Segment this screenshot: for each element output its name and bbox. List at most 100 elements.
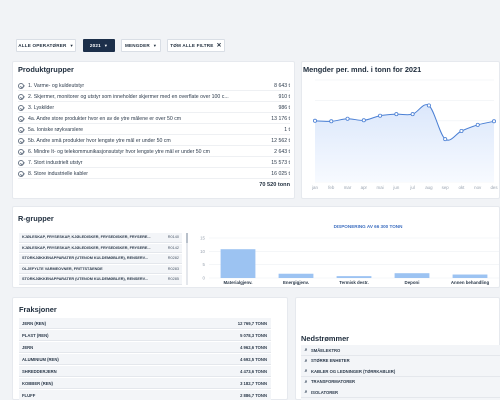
data-point (312, 118, 317, 123)
rgruppe-label: STORKJØKKENAPPARATER (UTENOM KULDEMØBLER… (22, 256, 148, 261)
produktgrupper-total: 70 520 tonn (259, 182, 290, 188)
year-filter[interactable]: 2021 ▼ (83, 39, 115, 52)
fraksjon-label: ALUMINIUM (REN) (22, 356, 59, 362)
produktgruppe-value: 2 643 t (274, 148, 290, 155)
scrollbar-thumb[interactable] (186, 233, 188, 243)
disposal-bar (394, 273, 430, 278)
fraksjon-label: SHREDDERJERN (22, 368, 57, 374)
fraksjon-row[interactable]: KOBBER (REN) 3 182,7 TONN (19, 378, 271, 389)
nedstrommer-title: Nedstrømmer (301, 334, 350, 343)
data-point (459, 129, 464, 134)
produktgruppe-label: 1. Varme- og kuldeutstyr (28, 82, 85, 89)
rgruppe-code: R0140 (167, 235, 179, 240)
x-tick-label: jan (311, 185, 318, 190)
fraksjon-label: JERN (REN) (22, 320, 46, 326)
clear-filters-label: TØM ALLE FILTRE (170, 43, 214, 48)
fraksjon-value: 5 078,3 TONN (240, 332, 267, 338)
nedstrom-row[interactable]: ⌕ SMÅELEKTRO (301, 345, 500, 356)
rgruppe-row[interactable]: STORKJØKKENAPPARATER (UTENOM KULDEMØBLER… (19, 275, 182, 285)
chevron-down-icon: ▼ (152, 43, 158, 48)
rgruppe-label: KJØLESKAP, FRYSESKAP, KJØLEDISKER, FRYSE… (22, 235, 151, 240)
produktgruppe-label: 7. Stort industrielt utstyr (28, 159, 83, 166)
fraksjon-row[interactable]: JERN (REN) 12 769,7 TONN (19, 318, 271, 329)
produktgruppe-value: 910 t (278, 93, 290, 100)
area-fill (315, 104, 494, 182)
produktgruppe-row[interactable]: 7. Stort industrielt utstyr 15 573 t (18, 158, 290, 168)
x-tick-label: apr (361, 185, 368, 190)
produktgruppe-value: 16 025 t (271, 170, 290, 177)
fraksjon-row[interactable]: SHREDDERJERN 4 473,6 TONN (19, 366, 271, 377)
data-point (361, 118, 366, 123)
search-icon: ⌕ (304, 389, 308, 395)
monthly-area-chart: jan feb mar apr mai jun jul aug sep okt nov des (311, 79, 498, 190)
fraksjon-row[interactable]: ALUMINIUM (REN) 4 692,5 TONN (19, 354, 271, 365)
rgruppe-row[interactable]: KJØLESKAP, FRYSESKAP, KJØLEDISKER, FRYSE… (19, 233, 182, 243)
disposal-bar (452, 274, 488, 278)
y-tick-label: 0 (203, 276, 206, 281)
produktgruppe-value: 13 176 t (271, 115, 290, 122)
check-circle-icon (18, 115, 24, 122)
check-circle-icon (18, 148, 24, 155)
y-tick-label: 5 (203, 262, 206, 267)
search-icon: ⌕ (304, 357, 308, 364)
data-point (329, 119, 334, 124)
chevron-down-icon: ▼ (69, 43, 74, 48)
produktgruppe-row[interactable]: 3. Lyskilder 986 t (18, 103, 290, 113)
produktgruppe-row[interactable]: 5a. Ioniske røykvarslere 1 t (18, 125, 290, 135)
produktgruppe-row[interactable]: 6. Mindre It- og telekommunikasjonsutsty… (18, 147, 290, 157)
disposal-bar-chart: 15 10 5 0 Materialgjenv. Energigjenv. Termisk … (200, 236, 499, 285)
nedstrom-row[interactable]: ⌕ KABLER OG LEDNINGER (TØRRKABLER) (301, 366, 500, 377)
year-filter-label: 2021 (89, 43, 101, 48)
rgruppe-row[interactable]: STORKJØKKENAPPARATER (UTENOM KULDEMØBLER… (19, 254, 182, 264)
mengder-title: Mengder per. mnd. i tonn for 2021 (303, 65, 422, 74)
data-point (426, 103, 431, 108)
produktgruppe-label: 6. Mindre It- og telekommunikasjonsutsty… (28, 148, 210, 155)
produktgruppe-row[interactable]: 8. Store industrielle kabler 16 025 t (18, 169, 290, 179)
produktgruppe-label: 5a. Ioniske røykvarslere (28, 126, 84, 133)
fraksjon-row[interactable]: FLUFF 2 886,7 TONN (19, 390, 271, 400)
data-point (443, 137, 448, 142)
data-point (475, 122, 480, 127)
check-circle-icon (18, 126, 24, 133)
fraksjon-row[interactable]: JERN 4 962,6 TONN (19, 342, 271, 353)
search-icon: ⌕ (304, 378, 308, 385)
rgrupper-scrollbar[interactable] (186, 233, 188, 285)
fraksjon-label: FLUFF (22, 392, 36, 398)
x-tick-label: jul (409, 185, 414, 190)
check-circle-icon (18, 82, 24, 89)
search-icon: ⌕ (304, 347, 308, 353)
produktgruppe-row[interactable]: 4a. Andre store produkter hvor en av de … (18, 114, 290, 124)
fraksjon-label: JERN (22, 344, 34, 350)
produktgruppe-row[interactable]: 5b. Andre små produkter hvor lengste ytr… (18, 136, 290, 146)
produktgruppe-row[interactable]: 1. Varme- og kuldeutstyr 8 643 t (18, 81, 290, 91)
quantities-filter[interactable]: MENGDER ▼ (121, 39, 161, 52)
disposal-bar (278, 273, 314, 278)
produktgruppe-label: 8. Store industrielle kabler (28, 170, 88, 177)
fraksjon-row[interactable]: PLAST (REN) 5 078,3 TONN (19, 330, 271, 341)
rgruppe-label: STORKJØKKENAPPARATER (UTENOM KULDEMØBLER… (22, 277, 148, 282)
nedstrom-row[interactable]: ⌕ ISOLATORER (301, 387, 500, 398)
x-tick-label: des (490, 185, 498, 190)
fraksjon-value: 4 692,5 TONN (240, 356, 267, 362)
nedstrom-row[interactable]: ⌕ STØRRE ENHETER (301, 355, 500, 367)
fraksjon-value: 12 769,7 TONN (237, 320, 267, 326)
fraksjon-value: 4 962,6 TONN (240, 344, 267, 350)
produktgruppe-row[interactable]: 2. Skjermer, monitorer og utstyr som inn… (18, 92, 290, 102)
x-tick-label: mai (377, 185, 384, 190)
data-point (491, 119, 496, 124)
produktgruppe-value: 1 t (284, 126, 290, 133)
nedstrom-row[interactable]: ⌕ TRANSFORMATORER (301, 376, 500, 388)
category-label: Energigjenv. (283, 280, 309, 285)
x-tick-label: mar (344, 185, 352, 190)
clear-filters-button[interactable]: TØM ALLE FILTRE ✕ (167, 39, 225, 52)
rgruppe-row[interactable]: OLJEFYLTE VARMEOVNER, FRITTSTÅENDE R0283 (19, 264, 182, 274)
x-tick-label: nov (474, 185, 482, 190)
y-tick-label: 10 (200, 249, 205, 254)
data-point (378, 113, 383, 118)
operators-filter[interactable]: ALLE OPERATØRER ▼ (16, 39, 76, 52)
rgruppe-label: OLJEFYLTE VARMEOVNER, FRITTSTÅENDE (22, 266, 103, 271)
produktgruppe-value: 15 573 t (271, 159, 290, 166)
rgruppe-row[interactable]: KJØLESKAP, FRYSESKAP, KJØLEDISKER, FRYSE… (19, 243, 182, 253)
check-circle-icon (18, 159, 24, 166)
x-tick-label: feb (328, 185, 335, 190)
